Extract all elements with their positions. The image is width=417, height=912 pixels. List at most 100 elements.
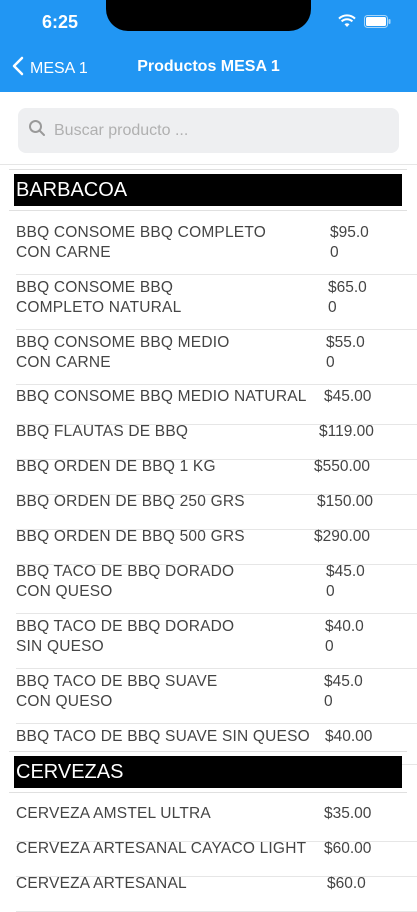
product-price-line: $55.0 [326,334,365,351]
status-time: 6:25 [42,12,79,32]
product-price-line: 0 [326,353,335,371]
product-price: $45.00 [324,672,384,711]
product-name-line: BBQ CONSOME BBQ MEDIO NATURAL [16,388,307,405]
product-price: $40.00 [325,727,385,747]
product-name-line: CON CARNE [16,243,111,261]
product-name: CERVEZA ARTESANAL CAYACO LIGHT [16,839,306,859]
product-name-line: BBQ TACO DE BBQ SUAVE SIN QUESO [16,728,310,745]
product-price: $95.0 0 [330,223,390,262]
product-price: $119.00 [319,422,379,442]
product-name-line: BBQ CONSOME BBQ [16,279,174,296]
product-price-line: $45.0 [326,563,365,580]
row-divider [16,723,417,724]
product-price: $35.00 [324,804,384,824]
product-name: BBQ ORDEN DE BBQ 1 KG [16,457,216,477]
battery-icon [364,14,391,33]
status-icons [338,14,391,33]
product-row[interactable]: CERVEZA AMSTEL ULTRA $35.00 [0,804,417,842]
product-name-line: CERVEZA ARTESANAL [16,875,187,892]
product-name-line: CON CARNE [16,353,111,371]
product-name-line: COMPLETO NATURAL [16,298,182,316]
product-price: $60.00 [324,839,384,859]
product-row[interactable]: BBQ TACO DE BBQ DORADO CON QUESO $45.0 0 [0,562,417,614]
product-name-line: BBQ TACO DE BBQ DORADO [16,563,235,580]
product-name: BBQ TACO DE BBQ SUAVE SIN QUESO [16,727,310,747]
product-name: BBQ TACO DE BBQ DORADO SIN QUESO [16,617,234,656]
product-name: BBQ CONSOME BBQ COMPLETO CON CARNE [16,223,266,262]
row-divider [16,329,417,330]
product-name-line: CON QUESO [16,692,113,710]
product-name: BBQ CONSOME BBQ COMPLETO NATURAL [16,278,181,317]
product-name-line: BBQ ORDEN DE BBQ 1 KG [16,458,216,475]
product-name-line: BBQ ORDEN DE BBQ 250 GRS [16,493,245,510]
product-row[interactable]: CERVEZA ARTESANAL $60.0 [0,874,417,912]
product-row[interactable]: BBQ ORDEN DE BBQ 500 GRS $290.00 [0,527,417,565]
product-price: $150.00 [317,492,377,512]
device-notch [106,0,311,31]
product-price-line: $119.00 [319,423,374,440]
product-name-line: BBQ CONSOME BBQ COMPLETO [16,224,266,241]
product-name: BBQ FLAUTAS DE BBQ [16,422,188,442]
product-name-line: BBQ ORDEN DE BBQ 500 GRS [16,528,245,545]
product-price-line: $65.0 [328,279,367,296]
product-name-line: BBQ FLAUTAS DE BBQ [16,423,189,440]
product-name-line: CERVEZA AMSTEL ULTRA [16,805,211,822]
product-name: BBQ TACO DE BBQ SUAVE CON QUESO [16,672,217,711]
product-name: BBQ ORDEN DE BBQ 500 GRS [16,527,245,547]
product-name-line: BBQ TACO DE BBQ SUAVE [16,673,218,690]
product-price-line: 0 [330,243,339,261]
product-price: $550.00 [314,457,374,477]
product-price-line: 0 [328,298,337,316]
product-row[interactable]: BBQ FLAUTAS DE BBQ $119.00 [0,422,417,460]
product-name: CERVEZA AMSTEL ULTRA [16,804,211,824]
product-row[interactable]: BBQ TACO DE BBQ DORADO SIN QUESO $40.0 0 [0,617,417,669]
product-name: BBQ CONSOME BBQ MEDIO CON CARNE [16,333,229,372]
product-row[interactable]: BBQ CONSOME BBQ COMPLETO CON CARNE $95.0 0 [0,223,417,275]
product-name: BBQ TACO DE BBQ DORADO CON QUESO [16,562,234,601]
product-price: $45.00 [324,387,384,407]
product-name: CERVEZA ARTESANAL [16,874,187,894]
product-row[interactable]: BBQ CONSOME BBQ MEDIO NATURAL $45.00 [0,387,417,425]
product-price: $290.00 [314,527,374,547]
search-input[interactable] [52,120,376,141]
wifi-icon [338,14,356,33]
product-price-line: $290.00 [314,528,371,545]
product-price: $65.0 0 [328,278,388,317]
product-price-line: $35.00 [324,805,372,822]
product-price: $55.0 0 [326,333,386,372]
page-title: Productos MESA 1 [137,58,280,75]
product-name: BBQ ORDEN DE BBQ 250 GRS [16,492,245,512]
product-price-line: $150.00 [317,493,374,510]
section-header: CERVEZAS [14,756,402,788]
section-header: BARBACOA [14,174,402,206]
product-price-line: 0 [326,582,335,600]
navigation-bar: 6:25 MESA 1 Productos MESA 1 [0,0,417,92]
product-price-line: $550.00 [314,458,371,475]
product-price-line: $95.0 [330,224,369,241]
product-name-line: BBQ TACO DE BBQ DORADO [16,618,235,635]
product-price-line: $40.00 [325,728,373,745]
product-name-line: CON QUESO [16,582,113,600]
product-row[interactable]: CERVEZA ARTESANAL CAYACO LIGHT $60.00 [0,839,417,877]
search-icon [28,119,46,142]
product-price-line: 0 [325,637,334,655]
product-row[interactable]: BBQ ORDEN DE BBQ 250 GRS $150.00 [0,492,417,530]
product-row[interactable]: BBQ CONSOME BBQ COMPLETO NATURAL $65.0 0 [0,278,417,330]
product-name-line: CERVEZA ARTESANAL CAYACO LIGHT [16,840,307,857]
row-divider [16,274,417,275]
product-price-line: 0 [324,692,333,710]
product-price-line: $60.0 [327,875,366,892]
product-name-line: BBQ CONSOME BBQ MEDIO [16,334,230,351]
product-row[interactable]: BBQ ORDEN DE BBQ 1 KG $550.00 [0,457,417,495]
product-price-line: $45.00 [324,388,372,405]
product-name: BBQ CONSOME BBQ MEDIO NATURAL [16,387,307,407]
product-price-line: $40.0 [325,618,364,635]
product-name-line: SIN QUESO [16,637,104,655]
product-row[interactable]: BBQ CONSOME BBQ MEDIO CON CARNE $55.0 0 [0,333,417,385]
row-divider [16,613,417,614]
search-bar[interactable] [18,108,399,153]
product-price-line: $60.00 [324,840,372,857]
product-row[interactable]: BBQ TACO DE BBQ SUAVE CON QUESO $45.0 0 [0,672,417,724]
product-price: $60.0 [327,874,387,894]
product-price: $40.0 0 [325,617,385,656]
